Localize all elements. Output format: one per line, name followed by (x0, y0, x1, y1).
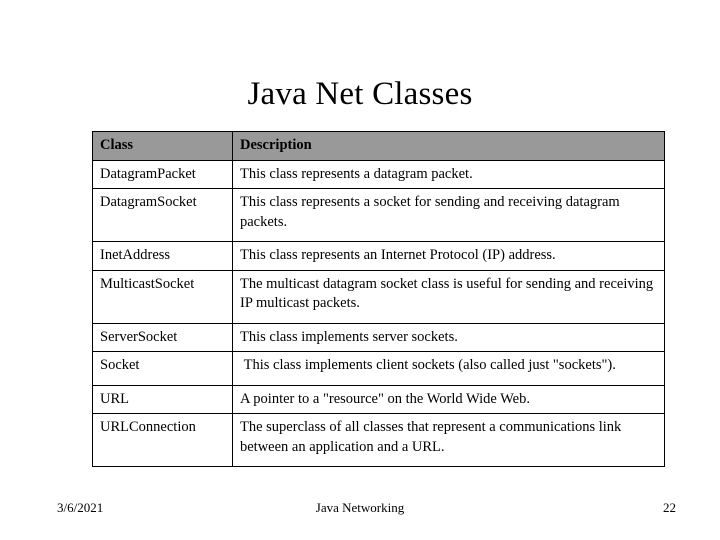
cell-description: The multicast datagram socket class is u… (232, 269, 665, 324)
cell-class: MulticastSocket (92, 269, 233, 324)
footer-title: Java Networking (315, 500, 405, 515)
page-title: Java Net Classes (247, 76, 473, 112)
footer-page-number: 22 (663, 500, 676, 515)
cell-description: This class represents a socket for sendi… (232, 188, 665, 242)
table-row: InetAddress This class represents an Int… (92, 241, 665, 271)
table-row: URL A pointer to a "resource" on the Wor… (92, 384, 665, 414)
net-classes-table: Class Description DatagramPacket This cl… (92, 131, 665, 467)
cell-description: This class implements client sockets (al… (232, 351, 665, 386)
table-row: MulticastSocket The multicast datagram s… (92, 269, 665, 324)
table-body: DatagramPacket This class represents a d… (92, 159, 665, 467)
table-row: URLConnection The superclass of all clas… (92, 413, 665, 467)
table-row: Socket This class implements client sock… (92, 351, 665, 386)
cell-description: This class implements server sockets. (232, 322, 665, 352)
cell-description: A pointer to a "resource" on the World W… (232, 384, 665, 414)
cell-description: The superclass of all classes that repre… (232, 413, 665, 467)
table-row: ServerSocket This class implements serve… (92, 322, 665, 352)
cell-class: ServerSocket (92, 322, 233, 352)
net-classes-table-container: Class Description DatagramPacket This cl… (92, 131, 665, 467)
column-header-class: Class (92, 131, 233, 161)
cell-description: This class represents an Internet Protoc… (232, 241, 665, 271)
table-header-row: Class Description (92, 131, 665, 161)
cell-class: DatagramSocket (92, 188, 233, 242)
cell-class: DatagramPacket (92, 159, 233, 189)
cell-description: This class represents a datagram packet. (232, 159, 665, 189)
cell-class: URL (92, 384, 233, 414)
table-row: DatagramPacket This class represents a d… (92, 159, 665, 189)
table-row: DatagramSocket This class represents a s… (92, 188, 665, 242)
slide-footer: 3/6/2021 Java Networking 22 (0, 498, 720, 522)
cell-class: InetAddress (92, 241, 233, 271)
cell-class: Socket (92, 351, 233, 386)
slide: Java Net Classes Class Description Datag… (0, 0, 720, 540)
column-header-description: Description (232, 131, 665, 161)
cell-class: URLConnection (92, 413, 233, 467)
